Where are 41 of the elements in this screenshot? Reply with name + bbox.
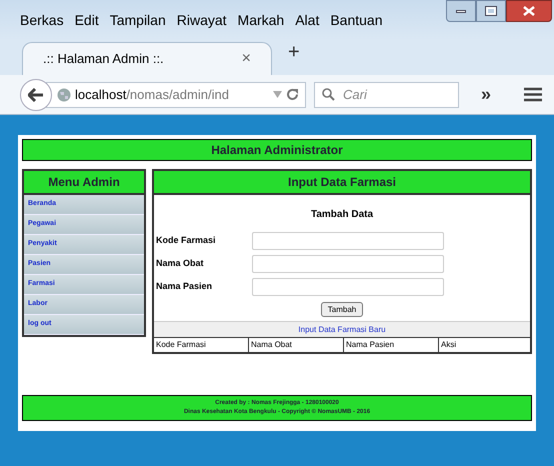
close-tab-button[interactable]: × [242, 47, 251, 71]
close-button[interactable] [506, 0, 552, 22]
new-tab-button[interactable]: + [288, 37, 300, 67]
submit-button[interactable]: Tambah [320, 302, 364, 317]
text-input[interactable] [252, 232, 444, 250]
search-icon [322, 88, 335, 100]
dropdown-icon [273, 91, 282, 98]
close-icon [523, 6, 535, 16]
text-input[interactable] [252, 278, 444, 296]
menu-item[interactable]: Riwayat [176, 10, 227, 31]
menu-item[interactable]: Bantuan [330, 10, 383, 31]
maximize-button[interactable] [476, 0, 506, 22]
column-header: Kode Farmasi [154, 338, 249, 352]
menu-item[interactable]: Alat [295, 10, 320, 31]
field-label: Kode Farmasi [156, 234, 217, 248]
search-field[interactable]: Cari [314, 82, 459, 108]
new-entry-link[interactable]: Input Data Farmasi Baru [298, 325, 386, 334]
overflow-button[interactable]: » [481, 81, 492, 108]
globe-icon [57, 88, 71, 102]
text-input[interactable] [252, 255, 444, 273]
menu-item[interactable]: Tampilan [110, 10, 166, 31]
minimize-button[interactable] [446, 0, 476, 22]
url-text: localhost/nomas/admin/ind [75, 86, 229, 104]
menu-icon [524, 87, 542, 102]
column-header: Nama Obat [249, 338, 344, 352]
browser-tab[interactable]: .:: Halaman Admin ::. × [22, 42, 272, 75]
page-header: Halaman Administrator [22, 139, 532, 161]
field-label: Nama Pasien [156, 280, 214, 294]
column-header: Nama Pasien [344, 338, 439, 352]
column-header: Aksi [440, 339, 458, 351]
menu-item[interactable]: Markah [238, 10, 284, 31]
back-arrow-icon [28, 88, 44, 102]
menu-item[interactable]: Berkas [20, 10, 64, 31]
sidebar-title: Menu Admin [24, 171, 144, 195]
address-field[interactable]: localhost/nomas/admin/ind [46, 82, 306, 108]
menu-item[interactable]: Edit [74, 10, 99, 31]
panel-title: Input Data Farmasi [154, 171, 530, 195]
back-button[interactable] [20, 78, 52, 110]
form-title: Tambah Data [310, 208, 374, 222]
reload-icon [286, 88, 299, 101]
field-label: Nama Obat [156, 257, 205, 270]
